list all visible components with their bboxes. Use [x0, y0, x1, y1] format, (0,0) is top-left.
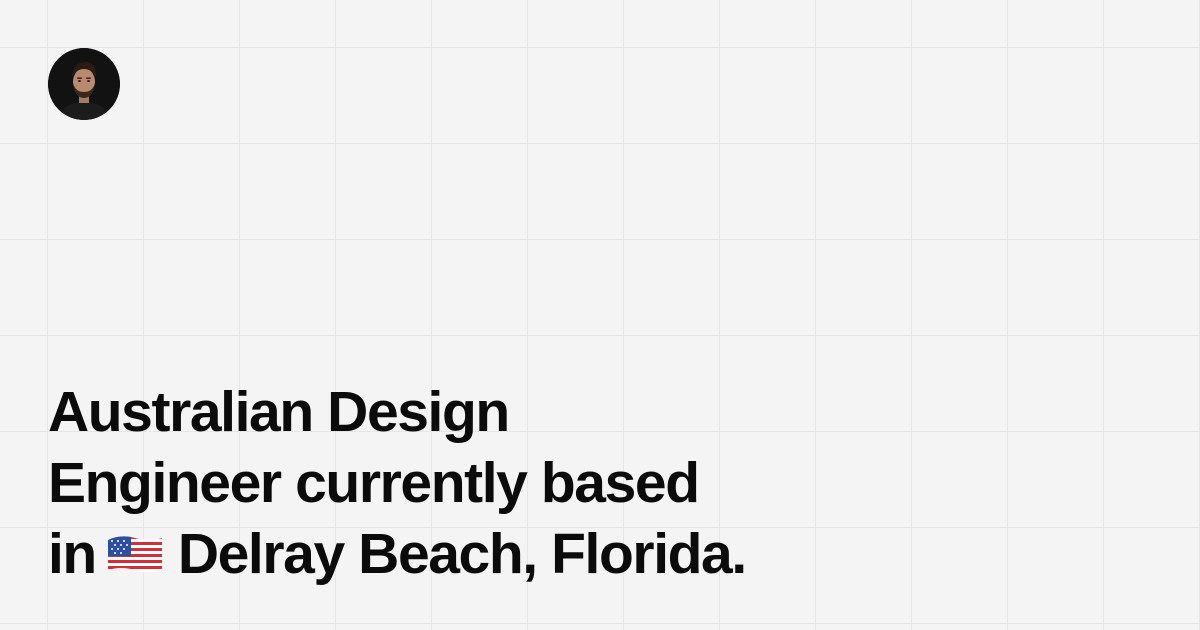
avatar [48, 48, 120, 120]
person-avatar-icon [48, 48, 120, 120]
headline-line-3: in Delray Beach, Florida. [48, 519, 747, 590]
headline: Australian Design Engineer currently bas… [48, 377, 747, 590]
headline-location: Delray Beach, Florida. [177, 522, 747, 586]
headline-line-1: Australian Design [48, 380, 510, 444]
us-flag-icon [106, 534, 164, 574]
headline-prefix: in [48, 522, 97, 586]
og-card: Australian Design Engineer currently bas… [0, 0, 1200, 630]
headline-line-2: Engineer currently based [48, 451, 700, 515]
